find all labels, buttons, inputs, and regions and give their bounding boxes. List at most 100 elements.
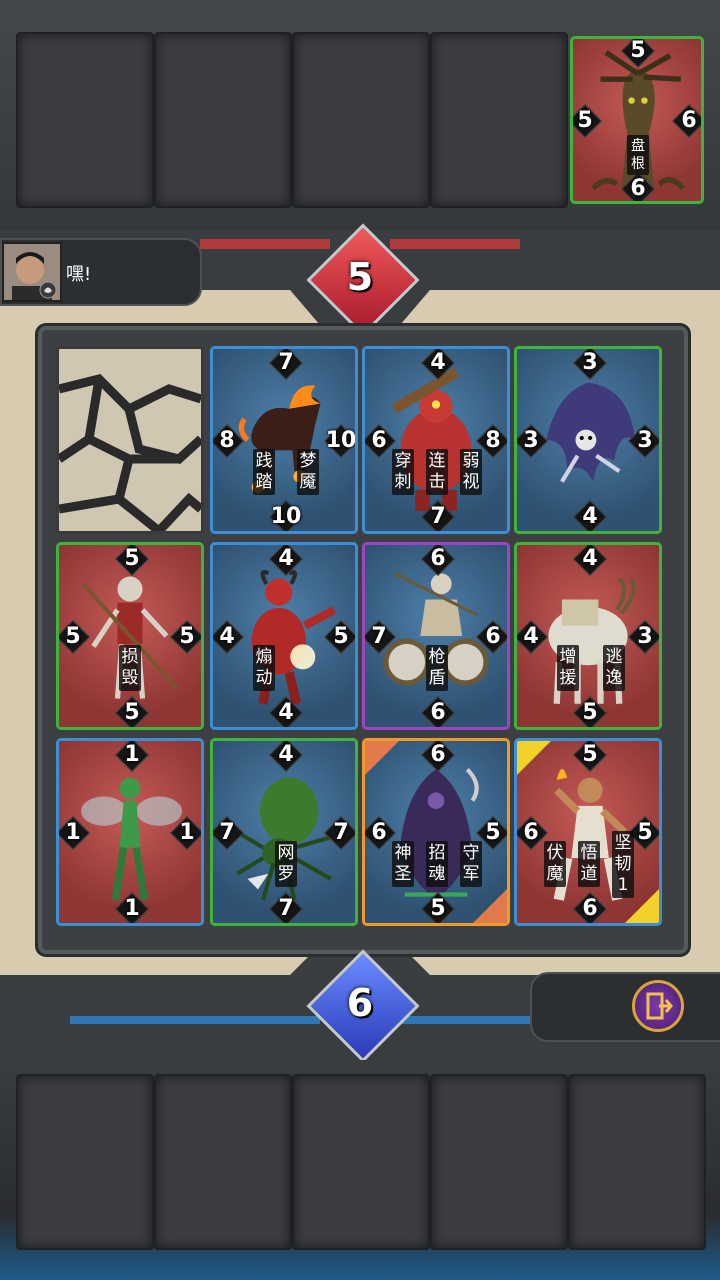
card-bottom-value: 5 — [115, 696, 149, 727]
opponent-score: 5 — [346, 255, 374, 299]
card-right-value: 3 — [628, 620, 659, 654]
card-top-value: 5 — [573, 741, 607, 772]
card-skill-label: 伏魔 — [544, 841, 566, 887]
card-right-value: 7 — [324, 816, 355, 850]
card-left-value: 6 — [517, 816, 548, 850]
card-skill-label: 损毁 — [119, 645, 141, 691]
opponent-card-top-value: 5 — [621, 39, 655, 68]
player-hand-slot[interactable] — [16, 1074, 154, 1250]
card-top-value: 6 — [421, 545, 455, 576]
player-hand-slot[interactable] — [430, 1074, 568, 1250]
card-bottom-value: 4 — [269, 696, 303, 727]
card-skill-label: 坚韧1 — [612, 831, 634, 898]
card-skill-label: 梦魇 — [297, 449, 319, 495]
card-top-value: 3 — [573, 349, 607, 380]
card-top-value: 4 — [421, 349, 455, 380]
card-left-value: 6 — [365, 816, 396, 850]
player-hand-area — [0, 1060, 720, 1280]
board-card[interactable]: 7 10 10 8 践踏 梦魇 — [210, 346, 358, 534]
opponent-hand-card[interactable]: 5 6 6 5 盘根 — [570, 36, 704, 204]
card-skill-label: 弱视 — [460, 449, 482, 495]
card-bottom-value: 4 — [573, 500, 607, 531]
avatar-face — [4, 244, 60, 300]
card-skill-label: 逃逸 — [603, 645, 625, 691]
chat-message: 嘿! — [66, 264, 92, 285]
player-hand-slot[interactable] — [292, 1074, 430, 1250]
card-skill-label: 招魂 — [426, 841, 448, 887]
card-skill-label: 枪盾 — [426, 645, 448, 691]
board-card[interactable]: 5 5 5 5 损毁 — [56, 542, 204, 730]
opponent-hand-slot — [430, 32, 568, 208]
board-card[interactable]: 4 8 7 6 穿刺 连击 弱视 — [362, 346, 510, 534]
card-bottom-value: 7 — [269, 892, 303, 923]
board-card[interactable]: 6 6 6 7 枪盾 — [362, 542, 510, 730]
board-card[interactable]: 6 5 5 6 神圣 招魂 守军 — [362, 738, 510, 926]
card-top-value: 4 — [269, 741, 303, 772]
card-skill-label: 增援 — [557, 645, 579, 691]
card-right-value: 6 — [476, 620, 507, 654]
card-skill-label: 践踏 — [253, 449, 275, 495]
opponent-card-right-value: 6 — [672, 104, 701, 138]
card-skill-label: 煽动 — [253, 645, 275, 691]
card-right-value: 3 — [628, 424, 659, 458]
board-card[interactable]: 3 3 4 3 — [514, 346, 662, 534]
opponent-card-left-value: 5 — [573, 104, 602, 138]
card-left-value: 7 — [213, 816, 244, 850]
card-left-value: 5 — [59, 620, 90, 654]
wraith-art — [546, 382, 635, 483]
card-left-value: 6 — [365, 424, 396, 458]
rock-tile — [56, 346, 205, 535]
player-score: 6 — [346, 981, 374, 1025]
board-card[interactable]: 1 1 1 1 — [56, 738, 204, 926]
card-right-value: 5 — [324, 620, 355, 654]
player-hand-slot[interactable] — [568, 1074, 706, 1250]
opponent-hand-area: 5 6 6 5 盘根 — [0, 0, 720, 230]
card-left-value: 1 — [59, 816, 90, 850]
card-right-value: 1 — [170, 816, 201, 850]
card-top-value: 4 — [573, 545, 607, 576]
card-skill-label: 神圣 — [392, 841, 414, 887]
card-skill-label: 网罗 — [275, 841, 297, 887]
exit-button[interactable] — [632, 980, 684, 1032]
cracked-stone-art — [56, 374, 205, 535]
card-left-value: 8 — [213, 424, 244, 458]
player-hand-slot[interactable] — [154, 1074, 292, 1250]
card-skill-label: 穿刺 — [392, 449, 414, 495]
card-top-value: 4 — [269, 545, 303, 576]
fire-horse-art — [238, 385, 321, 494]
exit-bar — [530, 972, 720, 1042]
opponent-hand-slot — [292, 32, 430, 208]
opponent-hand-slot — [16, 32, 154, 208]
board-card[interactable]: 4 5 4 4 煽动 — [210, 542, 358, 730]
card-bottom-value: 10 — [269, 500, 303, 531]
corner-marker — [473, 889, 507, 923]
card-bottom-value: 6 — [421, 696, 455, 727]
opponent-card-bottom-value: 6 — [621, 172, 655, 201]
card-right-value: 5 — [170, 620, 201, 654]
corner-marker — [517, 741, 551, 775]
board-card[interactable]: 4 3 5 4 增援 逃逸 — [514, 542, 662, 730]
card-bottom-value: 5 — [573, 696, 607, 727]
corner-marker — [365, 741, 399, 775]
card-skill-label: 连击 — [426, 449, 448, 495]
board-card[interactable]: 4 7 7 7 网罗 — [210, 738, 358, 926]
card-left-value: 7 — [365, 620, 396, 654]
card-bottom-value: 7 — [421, 500, 455, 531]
card-top-value: 7 — [269, 349, 303, 380]
card-top-value: 1 — [115, 741, 149, 772]
red-demon-art — [251, 570, 337, 705]
opponent-hand-slot — [154, 32, 292, 208]
card-left-value: 4 — [517, 620, 548, 654]
fairy-art — [80, 777, 183, 901]
goat-rider-art — [548, 577, 636, 704]
card-top-value: 5 — [115, 545, 149, 576]
card-bottom-value: 6 — [573, 892, 607, 923]
card-bottom-value: 5 — [421, 892, 455, 923]
card-skill-label: 悟道 — [578, 841, 600, 887]
card-skill-label: 盘根 — [627, 135, 649, 175]
card-skill-label: 守军 — [460, 841, 482, 887]
board-card[interactable]: 5 5 6 6 伏魔 悟道 坚韧1 — [514, 738, 662, 926]
opponent-avatar[interactable] — [2, 242, 62, 302]
card-left-value: 3 — [517, 424, 548, 458]
card-right-value: 10 — [324, 424, 355, 458]
